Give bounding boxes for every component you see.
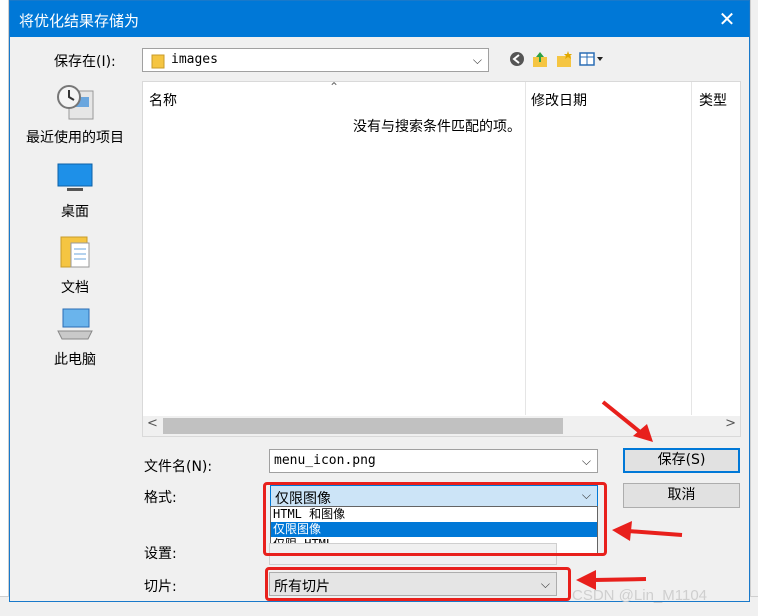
scroll-left-icon[interactable]: < — [147, 416, 158, 431]
annotation-arrow-save — [601, 400, 653, 442]
save-button[interactable]: 保存(S) — [623, 448, 740, 473]
this-pc-icon — [57, 308, 93, 340]
place-label: 最近使用的项目 — [26, 130, 124, 146]
new-folder-icon[interactable] — [555, 50, 573, 68]
file-name-value: menu_icon.png — [274, 453, 376, 468]
save-in-value: images — [171, 52, 218, 67]
file-name-label: 文件名(N): — [144, 459, 213, 475]
column-separator — [691, 82, 692, 415]
dialog-title: 将优化结果存储为 — [19, 12, 140, 30]
close-icon[interactable]: ✕ — [713, 5, 741, 33]
slices-label: 切片: — [144, 579, 177, 595]
annotation-box-slices — [265, 567, 571, 601]
place-label: 桌面 — [61, 204, 89, 220]
file-list[interactable]: 名称 ⌃ 修改日期 类型 没有与搜索条件匹配的项。 < > — [142, 80, 741, 437]
recent-items-icon — [57, 85, 94, 120]
scroll-right-icon[interactable]: > — [725, 416, 736, 431]
cancel-button[interactable]: 取消 — [623, 483, 740, 508]
up-folder-icon[interactable] — [531, 50, 549, 68]
chevron-down-icon: ⌵ — [581, 454, 591, 468]
background-app-left — [0, 0, 9, 616]
place-this-pc[interactable]: 此电脑 — [10, 307, 140, 369]
place-recent[interactable]: 最近使用的项目 — [10, 83, 140, 147]
sort-up-icon: ⌃ — [329, 80, 340, 94]
format-label: 格式: — [144, 490, 177, 506]
annotation-arrow-format — [612, 521, 683, 541]
save-in-label: 保存在(I): — [54, 54, 116, 70]
chevron-down-icon: ⌵ — [472, 53, 482, 67]
annotation-box-format — [263, 482, 607, 556]
file-name-input[interactable]: menu_icon.png ⌵ — [269, 449, 598, 473]
settings-label: 设置: — [144, 546, 177, 562]
background-app-right — [750, 0, 758, 616]
watermark: CSDN @Lin_M1104 — [572, 587, 708, 604]
place-label: 此电脑 — [54, 352, 96, 368]
documents-icon — [60, 236, 90, 268]
folder-icon — [151, 54, 165, 69]
column-modified-date[interactable]: 修改日期 — [531, 90, 587, 110]
place-label: 文档 — [61, 280, 89, 296]
dialog-titlebar: 将优化结果存储为 ✕ — [10, 1, 749, 37]
back-icon[interactable] — [508, 50, 526, 68]
place-desktop[interactable]: 桌面 — [10, 161, 140, 221]
view-menu-icon[interactable] — [579, 50, 605, 68]
place-documents[interactable]: 文档 — [10, 233, 140, 297]
column-separator — [525, 82, 526, 415]
column-name[interactable]: 名称 — [149, 90, 177, 110]
save-dialog: 将优化结果存储为 ✕ 保存在(I): images ⌵ 最近使用的项目 桌面 文… — [9, 0, 750, 602]
desktop-icon — [57, 163, 93, 191]
column-type[interactable]: 类型 — [699, 90, 727, 110]
empty-message: 没有与搜索条件匹配的项。 — [353, 119, 521, 135]
scrollbar-thumb[interactable] — [163, 418, 563, 434]
save-in-combo[interactable]: images ⌵ — [142, 48, 489, 72]
